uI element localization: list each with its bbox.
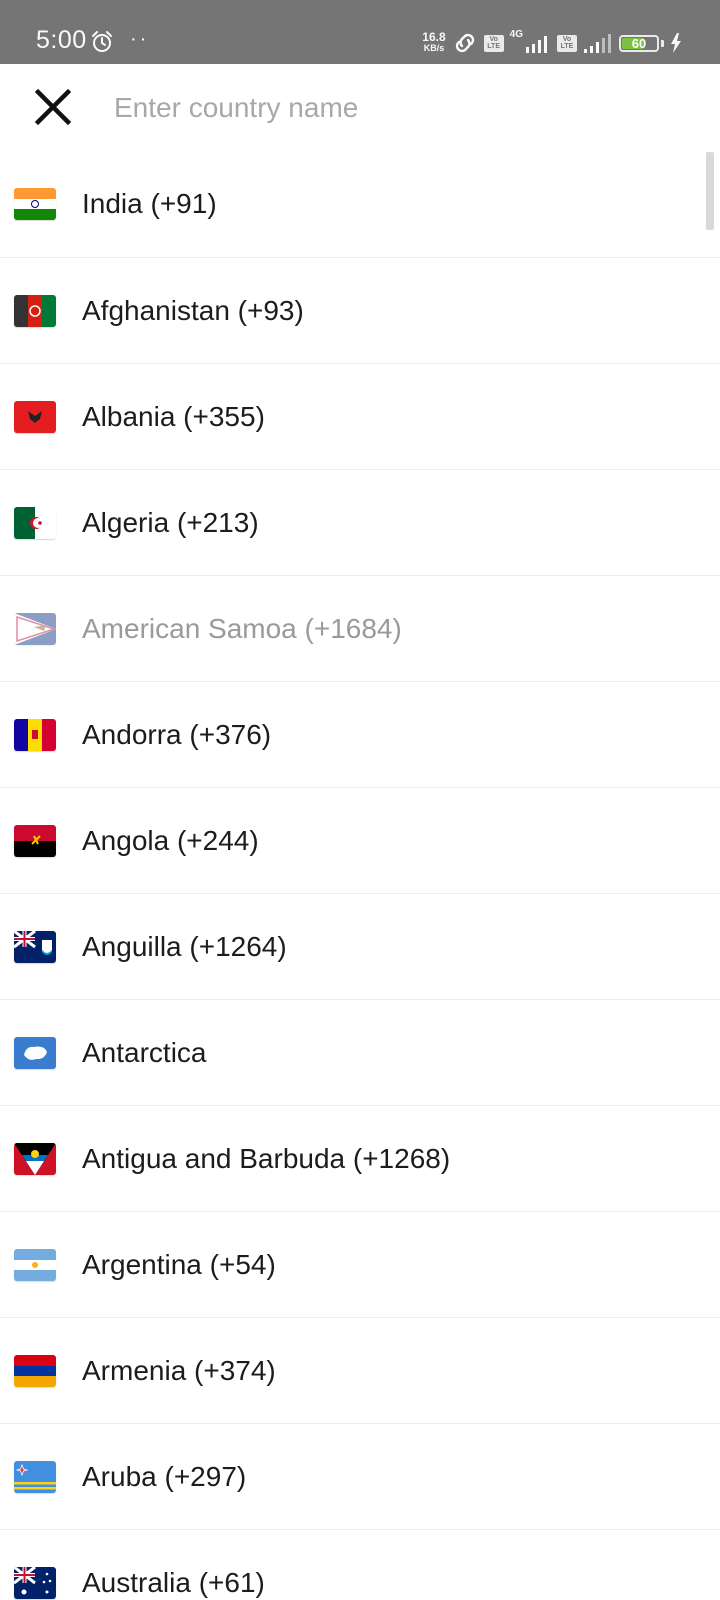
country-search-input[interactable]	[114, 84, 674, 132]
battery-level: 60	[631, 35, 647, 51]
country-row[interactable]: Andorra (+376)	[0, 682, 720, 788]
angola-flag-icon	[14, 824, 56, 857]
country-row[interactable]: India (+91)	[0, 150, 720, 258]
charging-bolt-icon	[671, 33, 681, 53]
country-label: Antarctica	[82, 1036, 207, 1068]
afghanistan-flag-icon	[14, 294, 56, 327]
american-samoa-flag-icon	[14, 612, 56, 645]
albania-flag-icon	[14, 400, 56, 433]
country-label: Anguilla (+1264)	[82, 930, 287, 962]
country-label: Algeria (+213)	[82, 506, 259, 538]
country-row[interactable]: Afghanistan (+93)	[0, 258, 720, 364]
volte-top-label: Vo	[489, 36, 498, 43]
country-label: Afghanistan (+93)	[82, 294, 304, 326]
signal-strength-icon-2	[584, 34, 611, 53]
search-bar	[0, 64, 720, 150]
country-row[interactable]: Angola (+244)	[0, 788, 720, 894]
algeria-flag-icon	[14, 506, 56, 539]
status-icons: 16.8 KB/s Vo LTE 4G Vo LTE 60	[422, 28, 682, 58]
hotspot-link-icon	[455, 33, 474, 53]
battery-icon: 60	[619, 34, 659, 52]
volte-bottom-label: LTE	[560, 43, 574, 50]
notification-dots: ··	[130, 28, 150, 50]
country-label: Albania (+355)	[82, 400, 265, 432]
country-label: Antigua and Barbuda (+1268)	[82, 1142, 451, 1174]
country-row[interactable]: Antigua and Barbuda (+1268)	[0, 1106, 720, 1212]
volte-badge-2: Vo LTE	[557, 34, 577, 52]
country-row[interactable]: Algeria (+213)	[0, 470, 720, 576]
armenia-flag-icon	[14, 1354, 56, 1387]
battery-nub	[661, 39, 664, 47]
country-row[interactable]: Albania (+355)	[0, 364, 720, 470]
country-list[interactable]: India (+91) Afghanistan (+93) Albania (+35…	[0, 150, 720, 1600]
network-speed-unit: KB/s	[423, 43, 445, 53]
volte-badge-1: Vo LTE	[483, 34, 504, 52]
country-row[interactable]: Argentina (+54)	[0, 1212, 720, 1318]
country-label: India (+91)	[82, 187, 217, 219]
status-time: 5:00	[36, 26, 87, 54]
country-label: Australia (+61)	[82, 1566, 265, 1598]
scrollbar-thumb[interactable]	[706, 152, 714, 230]
status-bar: 5:00 ·· 16.8 KB/s Vo LTE 4G Vo LTE 60	[0, 0, 720, 64]
andorra-flag-icon	[14, 718, 56, 751]
country-row[interactable]: Australia (+61)	[0, 1530, 720, 1600]
antarctica-flag-icon	[14, 1036, 56, 1069]
close-icon	[34, 88, 72, 126]
antigua-and-barbuda-flag-icon	[14, 1142, 56, 1175]
country-label: Armenia (+374)	[82, 1354, 276, 1386]
country-label: American Samoa (+1684)	[82, 612, 402, 644]
country-row[interactable]: Anguilla (+1264)	[0, 894, 720, 1000]
close-button[interactable]	[30, 84, 76, 130]
country-label: Andorra (+376)	[82, 718, 272, 750]
country-row[interactable]: Aruba (+297)	[0, 1424, 720, 1530]
alarm-clock-icon	[92, 31, 112, 52]
aruba-flag-icon	[14, 1460, 56, 1493]
argentina-flag-icon	[14, 1248, 56, 1281]
signal-strength-icon-1	[526, 36, 547, 53]
volte-top-label: Vo	[562, 36, 572, 43]
india-flag-icon	[14, 187, 56, 220]
network-type: 4G	[509, 29, 523, 40]
volte-bottom-label: LTE	[487, 43, 500, 50]
country-row[interactable]: Armenia (+374)	[0, 1318, 720, 1424]
country-row[interactable]: Antarctica	[0, 1000, 720, 1106]
network-speed-value: 16.8	[422, 30, 446, 44]
country-label: Argentina (+54)	[82, 1248, 276, 1280]
country-label: Angola (+244)	[82, 824, 259, 856]
network-speed: 16.8 KB/s	[422, 30, 446, 54]
country-row[interactable]: American Samoa (+1684)	[0, 576, 720, 682]
anguilla-flag-icon	[14, 930, 56, 963]
country-label: Aruba (+297)	[82, 1460, 247, 1492]
australia-flag-icon	[14, 1566, 56, 1599]
